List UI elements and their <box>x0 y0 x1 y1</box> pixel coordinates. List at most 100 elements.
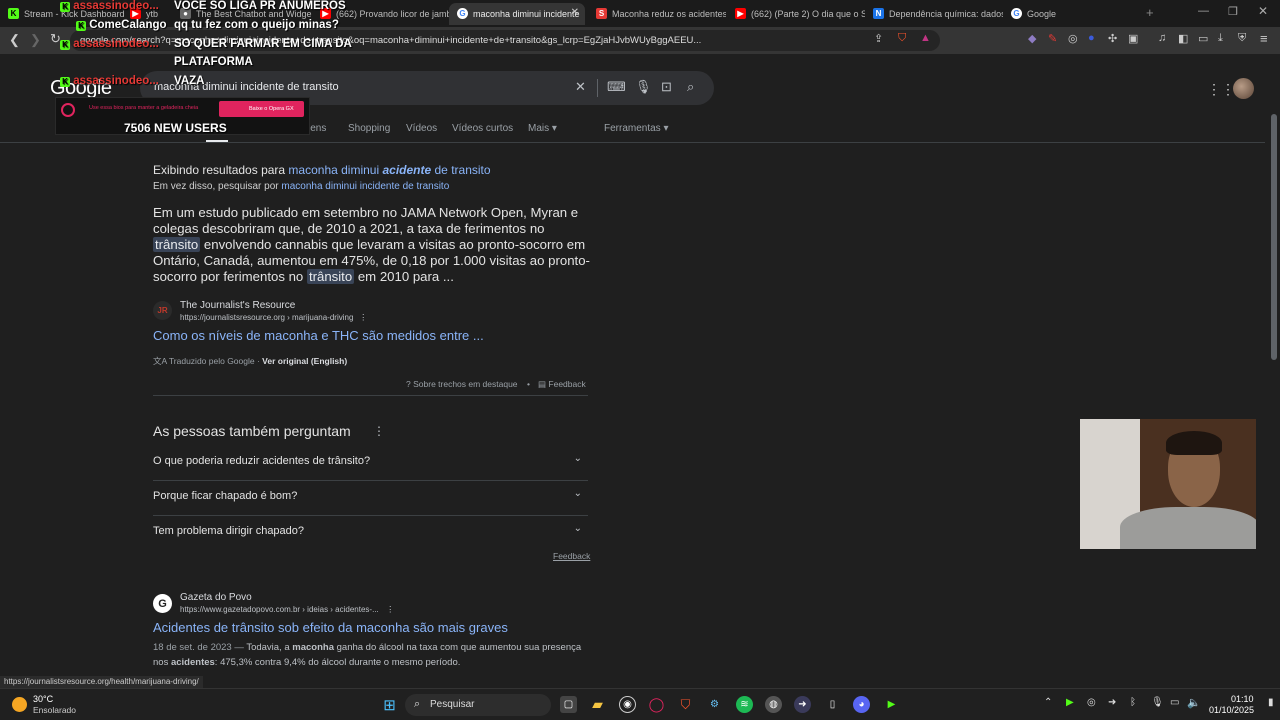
tab-youtube-parte2[interactable]: ▶ (662) (Parte 2) O dia que o Sr <box>727 3 865 25</box>
source-url[interactable]: https://journalistsresource.org › mariju… <box>180 313 353 322</box>
see-original-link[interactable]: Ver original (English) <box>262 356 347 366</box>
discord-icon[interactable]: ◕ <box>853 696 870 713</box>
volume-icon[interactable]: 🔈 <box>1187 696 1201 709</box>
paa-question[interactable]: O que poderia reduzir acidentes de trâns… <box>153 446 588 481</box>
extension-game-icon[interactable]: ◎ <box>1068 32 1078 45</box>
microphone-icon[interactable]: 🎙 <box>635 79 652 95</box>
vpn-shield-icon[interactable]: ⛨ <box>1238 32 1246 45</box>
tab-maconha-reduz[interactable]: S Maconha reduz os acidentes <box>588 3 726 25</box>
result-title[interactable]: Acidentes de trânsito sob efeito da maco… <box>153 620 508 635</box>
source-url[interactable]: https://www.gazetadopovo.com.br › ideias… <box>180 605 379 614</box>
chat-text: VAZA <box>174 75 205 87</box>
file-icon[interactable]: ▯ <box>824 696 841 713</box>
chevron-down-icon[interactable]: ⌄ <box>574 523 582 534</box>
download-icon[interactable]: ⤓ <box>1218 32 1223 45</box>
source-options-icon[interactable]: ⋮ <box>359 312 368 323</box>
tray-circle-icon[interactable]: ◎ <box>1087 697 1096 708</box>
tab-google[interactable]: G Google <box>1003 3 1139 25</box>
filter-tools[interactable]: Ferramentas ▾ <box>604 123 668 134</box>
clear-icon[interactable]: ✕ <box>575 79 586 95</box>
close-icon[interactable]: ✕ <box>571 7 579 18</box>
snippet-feedback[interactable]: ▤ Feedback <box>538 379 586 390</box>
filter-short-videos[interactable]: Vídeos curtos <box>452 123 513 134</box>
weather-icon[interactable] <box>12 697 27 712</box>
source-name[interactable]: Gazeta do Povo <box>180 592 252 603</box>
task-view-icon[interactable]: ▢ <box>560 696 577 713</box>
new-tab-icon[interactable]: + <box>1146 5 1154 20</box>
about-snippets-label: Sobre trechos em destaque <box>413 379 518 389</box>
search-icon[interactable]: ⌕ <box>687 79 694 95</box>
tab-label: (662) Provando licor de jambu <box>336 9 450 19</box>
network-icon[interactable]: ▭ <box>1170 697 1179 708</box>
wallet-icon[interactable]: ▭ <box>1198 32 1208 45</box>
featured-result-title[interactable]: Como os níveis de maconha e THC são medi… <box>153 328 484 343</box>
clock-date[interactable]: 01/10/2025 <box>1209 705 1254 715</box>
spotify-icon[interactable]: ≋ <box>736 696 753 713</box>
paa-feedback[interactable]: Feedback <box>553 551 590 561</box>
taskbar-search[interactable]: ⌕ Pesquisar <box>405 694 551 716</box>
source-favicon[interactable]: JR <box>153 301 172 320</box>
lens-icon[interactable]: ⊡ <box>661 79 672 95</box>
kick-app-icon[interactable]: ▶ <box>883 696 900 713</box>
screenshot-icon[interactable]: ▣ <box>1128 32 1138 45</box>
divider <box>597 79 598 97</box>
extension-ai-icon[interactable]: ◆ <box>1028 32 1036 45</box>
steam-icon[interactable]: ⚙ <box>706 696 723 713</box>
tab-dependencia[interactable]: N Dependência química: dados <box>865 3 1003 25</box>
feedback-label: Feedback <box>548 379 586 389</box>
chevron-up-icon[interactable]: ⌃ <box>1044 697 1052 708</box>
share-icon[interactable]: ⇪ <box>874 32 883 45</box>
about-snippets[interactable]: ? Sobre trechos em destaque <box>406 379 518 389</box>
minimize-icon[interactable]: — <box>1198 5 1209 17</box>
menu-icon[interactable]: ≡ <box>1260 31 1268 46</box>
bluetooth-icon[interactable]: ᛒ <box>1130 697 1136 708</box>
file-explorer-icon[interactable]: ▰ <box>589 696 606 713</box>
scrollbar[interactable] <box>1271 114 1277 360</box>
paa-question[interactable]: Tem problema dirigir chapado? ⌄ <box>153 516 588 551</box>
close-window-icon[interactable]: ✕ <box>1258 4 1268 18</box>
weather-condition[interactable]: Ensolarado <box>33 705 76 715</box>
windows-start-icon[interactable]: ⊞ <box>381 696 398 714</box>
brave-icon[interactable]: ⛉ <box>677 696 694 713</box>
notification-icon[interactable]: ▮ <box>1268 697 1274 708</box>
source-options-icon[interactable]: ⋮ <box>386 604 395 615</box>
keyboard-icon[interactable]: ⌨ <box>607 79 626 95</box>
clock-time[interactable]: 01:10 <box>1231 694 1254 704</box>
gazeta-favicon[interactable]: G <box>153 594 172 613</box>
filter-shopping[interactable]: Shopping <box>348 123 390 134</box>
filter-videos[interactable]: Vídeos <box>406 123 437 134</box>
maximize-icon[interactable]: ❐ <box>1228 5 1238 18</box>
paa-options-icon[interactable]: ⋮ <box>373 424 385 438</box>
search-instead-link[interactable]: maconha diminui incidente de transito <box>281 181 449 192</box>
forward-icon[interactable]: ❯ <box>30 32 41 48</box>
obs-icon[interactable]: ◉ <box>619 696 636 713</box>
tray-arrow-icon[interactable]: ➜ <box>1108 697 1116 708</box>
avatar[interactable] <box>1233 78 1254 99</box>
rewards-icon[interactable]: ▲ <box>920 32 931 44</box>
showing-results-for: Exibindo resultados para maconha diminui… <box>153 163 491 177</box>
source-name[interactable]: The Journalist's Resource <box>180 300 295 311</box>
corrected-c: de transito <box>431 163 491 177</box>
opera-gx-icon[interactable]: ◯ <box>648 696 665 713</box>
app-icon[interactable]: ◍ <box>765 696 782 713</box>
tab-google-search-active[interactable]: G maconha diminui incidente ✕ <box>449 3 585 25</box>
paa-question[interactable]: Porque ficar chapado é bom? ⌄ <box>153 481 588 516</box>
result-description: 18 de set. de 2023 — Todavia, a maconha … <box>153 640 593 670</box>
tab-label: Maconha reduz os acidentes <box>612 9 726 19</box>
google-icon: G <box>1011 8 1022 19</box>
extension-red-icon[interactable]: ✎ <box>1048 32 1057 45</box>
mic-icon[interactable]: 🎙 <box>1151 697 1164 708</box>
app-arrow-icon[interactable]: ➜ <box>794 696 811 713</box>
corrected-query-link[interactable]: maconha diminui acidente de transito <box>288 163 490 177</box>
music-icon[interactable]: ♫ <box>1158 32 1166 44</box>
sidebar-icon[interactable]: ◧ <box>1178 32 1188 45</box>
tray-play-icon[interactable]: ▶ <box>1066 697 1074 708</box>
back-icon[interactable]: ❮ <box>9 32 20 48</box>
brave-shield-icon[interactable]: ⛉ <box>898 32 906 45</box>
chevron-down-icon[interactable]: ⌄ <box>574 453 582 464</box>
filter-more[interactable]: Mais ▾ <box>528 123 557 134</box>
extensions-puzzle-icon[interactable]: ✣ <box>1108 32 1117 45</box>
chevron-down-icon[interactable]: ⌄ <box>574 488 582 499</box>
weather-temp[interactable]: 30°C <box>33 694 53 704</box>
extension-blue-icon[interactable]: ● <box>1088 32 1095 44</box>
